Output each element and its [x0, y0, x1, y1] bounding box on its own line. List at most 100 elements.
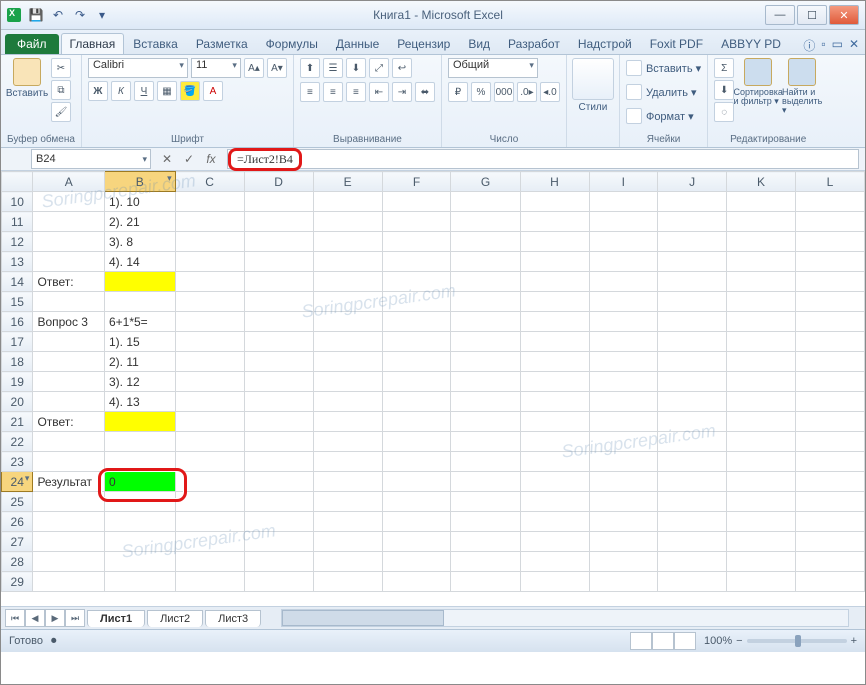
- autosum-icon[interactable]: Σ: [714, 58, 734, 78]
- cell-H10[interactable]: [520, 192, 589, 212]
- comma-icon[interactable]: 000: [494, 82, 514, 102]
- cell-K18[interactable]: [727, 352, 796, 372]
- cell-I24[interactable]: [589, 472, 658, 492]
- cell-E11[interactable]: [313, 212, 382, 232]
- tab-nav-next-icon[interactable]: ▶: [45, 609, 65, 627]
- cell-L13[interactable]: [796, 252, 865, 272]
- cell-A21[interactable]: Ответ:: [33, 412, 105, 432]
- cell-C15[interactable]: [175, 292, 244, 312]
- cell-G21[interactable]: [451, 412, 520, 432]
- wrap-text-icon[interactable]: ↩: [392, 58, 412, 78]
- cell-E25[interactable]: [313, 492, 382, 512]
- cell-A11[interactable]: [33, 212, 105, 232]
- find-select-button[interactable]: Найти и выделить ▾: [782, 58, 822, 115]
- cell-D15[interactable]: [244, 292, 313, 312]
- insert-cells-button[interactable]: Вставить ▾: [626, 58, 701, 78]
- cell-F14[interactable]: [382, 272, 451, 292]
- cell-H25[interactable]: [520, 492, 589, 512]
- row-header-20[interactable]: 20: [2, 392, 33, 412]
- cell-J11[interactable]: [658, 212, 727, 232]
- cell-C24[interactable]: [175, 472, 244, 492]
- row-header-16[interactable]: 16: [2, 312, 33, 332]
- cell-K15[interactable]: [727, 292, 796, 312]
- cell-I20[interactable]: [589, 392, 658, 412]
- cell-H17[interactable]: [520, 332, 589, 352]
- cell-F27[interactable]: [382, 532, 451, 552]
- cell-A15[interactable]: [33, 292, 105, 312]
- cell-A23[interactable]: [33, 452, 105, 472]
- cell-A10[interactable]: [33, 192, 105, 212]
- format-cells-button[interactable]: Формат ▾: [626, 106, 694, 126]
- cell-K10[interactable]: [727, 192, 796, 212]
- font-name-select[interactable]: Calibri: [88, 58, 188, 78]
- cell-E18[interactable]: [313, 352, 382, 372]
- ribbon-min-icon[interactable]: ▫: [821, 37, 825, 54]
- cell-K27[interactable]: [727, 532, 796, 552]
- cell-F28[interactable]: [382, 552, 451, 572]
- cell-F25[interactable]: [382, 492, 451, 512]
- align-left-icon[interactable]: ≡: [300, 82, 320, 102]
- cell-D17[interactable]: [244, 332, 313, 352]
- cell-F20[interactable]: [382, 392, 451, 412]
- number-format-select[interactable]: Общий: [448, 58, 538, 78]
- ribbon-restore-icon[interactable]: ▭: [832, 37, 843, 54]
- scrollbar-thumb[interactable]: [282, 610, 444, 626]
- cell-D19[interactable]: [244, 372, 313, 392]
- row-header-25[interactable]: 25: [2, 492, 33, 512]
- cancel-formula-icon[interactable]: ✕: [157, 149, 177, 169]
- cell-D23[interactable]: [244, 452, 313, 472]
- cell-G13[interactable]: [451, 252, 520, 272]
- cell-K19[interactable]: [727, 372, 796, 392]
- tab-формулы[interactable]: Формулы: [257, 33, 327, 54]
- cell-G23[interactable]: [451, 452, 520, 472]
- name-box[interactable]: B24: [31, 149, 151, 169]
- cell-C20[interactable]: [175, 392, 244, 412]
- cell-J21[interactable]: [658, 412, 727, 432]
- cell-A13[interactable]: [33, 252, 105, 272]
- cell-D20[interactable]: [244, 392, 313, 412]
- cell-B18[interactable]: 2). 11: [104, 352, 175, 372]
- cell-D21[interactable]: [244, 412, 313, 432]
- cell-L11[interactable]: [796, 212, 865, 232]
- cell-C12[interactable]: [175, 232, 244, 252]
- cell-J23[interactable]: [658, 452, 727, 472]
- cell-L17[interactable]: [796, 332, 865, 352]
- align-right-icon[interactable]: ≡: [346, 82, 366, 102]
- cell-J15[interactable]: [658, 292, 727, 312]
- cell-C28[interactable]: [175, 552, 244, 572]
- col-header-J[interactable]: J: [658, 172, 727, 192]
- cell-J12[interactable]: [658, 232, 727, 252]
- row-header-19[interactable]: 19: [2, 372, 33, 392]
- cell-I12[interactable]: [589, 232, 658, 252]
- orientation-icon[interactable]: ⤢: [369, 58, 389, 78]
- cell-E19[interactable]: [313, 372, 382, 392]
- cell-K24[interactable]: [727, 472, 796, 492]
- col-header-H[interactable]: H: [520, 172, 589, 192]
- cell-K25[interactable]: [727, 492, 796, 512]
- cell-H27[interactable]: [520, 532, 589, 552]
- close-button[interactable]: ✕: [829, 5, 859, 25]
- tab-abbyy pd[interactable]: ABBYY PD: [712, 33, 790, 54]
- cell-I10[interactable]: [589, 192, 658, 212]
- cell-A28[interactable]: [33, 552, 105, 572]
- cell-F13[interactable]: [382, 252, 451, 272]
- align-center-icon[interactable]: ≡: [323, 82, 343, 102]
- cell-B15[interactable]: [104, 292, 175, 312]
- save-icon[interactable]: 💾: [27, 6, 45, 24]
- cell-F18[interactable]: [382, 352, 451, 372]
- cell-B24[interactable]: 0: [104, 472, 175, 492]
- tab-надстрой[interactable]: Надстрой: [569, 33, 641, 54]
- cell-I22[interactable]: [589, 432, 658, 452]
- col-header-C[interactable]: C: [175, 172, 244, 192]
- cell-A12[interactable]: [33, 232, 105, 252]
- cell-H11[interactable]: [520, 212, 589, 232]
- styles-button[interactable]: Стили: [573, 58, 613, 113]
- fill-icon[interactable]: ⬇: [714, 80, 734, 100]
- format-painter-icon[interactable]: 🖌: [51, 102, 71, 122]
- cell-L21[interactable]: [796, 412, 865, 432]
- cell-K14[interactable]: [727, 272, 796, 292]
- cell-I21[interactable]: [589, 412, 658, 432]
- indent-inc-icon[interactable]: ⇥: [392, 82, 412, 102]
- cell-K12[interactable]: [727, 232, 796, 252]
- cell-E22[interactable]: [313, 432, 382, 452]
